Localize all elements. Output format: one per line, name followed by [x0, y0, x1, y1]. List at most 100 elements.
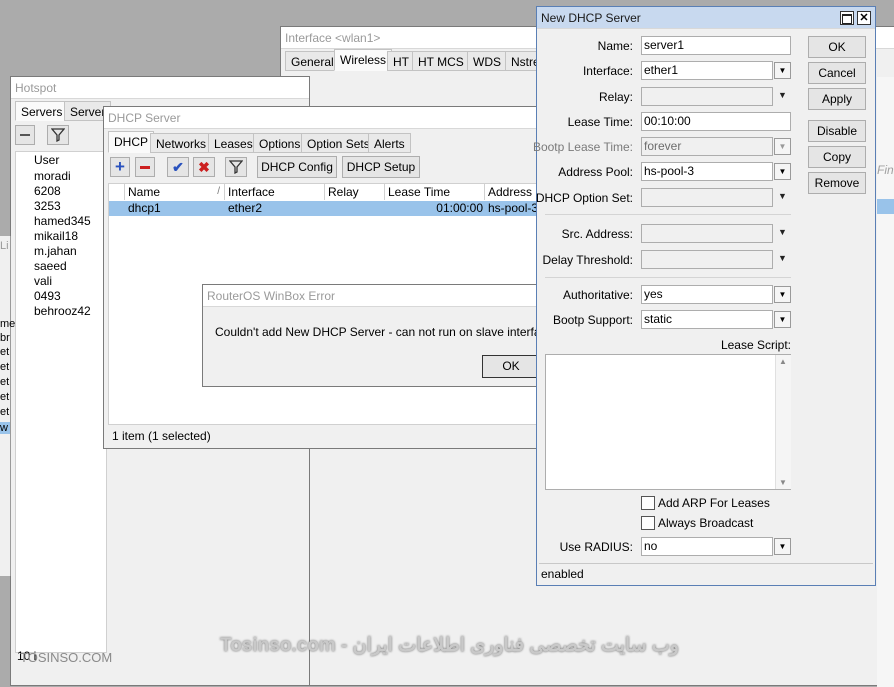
interface-select[interactable]: ether1 — [641, 61, 773, 80]
minus-icon — [20, 134, 30, 136]
use-radius-dropdown-button[interactable]: ▼ — [774, 538, 791, 555]
column-address-pool[interactable]: Address Po — [485, 184, 541, 200]
cell-name: dhcp1 — [128, 201, 161, 215]
column-name[interactable]: Name / — [125, 184, 225, 200]
cell-interface: ether2 — [228, 201, 263, 215]
add-button[interactable]: + — [110, 157, 130, 177]
error-ok-button[interactable]: OK — [482, 355, 540, 378]
delay-threshold-expand-icon[interactable]: ▼ — [778, 253, 787, 263]
authoritative-dropdown-button[interactable]: ▼ — [774, 286, 791, 303]
remove-button[interactable] — [135, 157, 155, 177]
list-item[interactable]: hamed345 — [16, 214, 106, 229]
list-item[interactable]: m.jahan — [16, 244, 106, 259]
use-radius-select[interactable]: no — [641, 537, 773, 556]
column-user[interactable]: User — [16, 152, 106, 168]
tab-wireless[interactable]: Wireless — [334, 49, 393, 71]
authoritative-label: Authoritative: — [562, 288, 633, 302]
interface-find-fragment[interactable]: Find — [877, 163, 894, 177]
chevron-down-icon: ▼ — [778, 542, 787, 551]
relay-label: Relay: — [598, 90, 633, 104]
bootp-support-label: Bootp Support: — [552, 313, 633, 327]
remove-button[interactable]: Remove — [808, 172, 866, 194]
dhcp-option-set-expand-icon[interactable]: ▼ — [778, 191, 787, 201]
dhcp-config-button[interactable]: DHCP Config — [257, 156, 337, 178]
tab-networks[interactable]: Networks — [150, 133, 213, 153]
filter-button[interactable] — [225, 157, 247, 177]
users-list: User moradi 6208 3253 hamed345 mikail18 … — [15, 151, 107, 653]
minus-icon — [140, 166, 150, 169]
remove-button[interactable] — [15, 125, 35, 145]
tab-option-sets[interactable]: Option Sets — [301, 133, 376, 153]
delay-threshold-field[interactable] — [641, 250, 773, 269]
relay-field[interactable] — [641, 87, 773, 106]
filter-button[interactable] — [47, 125, 69, 145]
filter-icon — [228, 160, 244, 175]
close-button[interactable]: ✕ — [857, 11, 871, 25]
disable-button[interactable]: ✖ — [193, 157, 215, 177]
column-interface[interactable]: Interface — [225, 184, 325, 200]
status-bar: enabled — [539, 563, 873, 584]
relay-expand-icon[interactable]: ▼ — [778, 90, 787, 100]
lease-time-label: Lease Time: — [567, 115, 633, 129]
tab-dhcp[interactable]: DHCP — [108, 131, 155, 153]
enable-button[interactable]: ✔ — [167, 157, 189, 177]
list-item[interactable]: 3253 — [16, 199, 106, 214]
bootp-lease-time-dropdown-button: ▼ — [774, 138, 791, 155]
dhcp-option-set-field[interactable] — [641, 188, 773, 207]
interface-label: Interface: — [582, 64, 633, 78]
list-item[interactable]: moradi — [16, 169, 106, 184]
ok-button[interactable]: OK — [808, 36, 866, 58]
tab-alerts[interactable]: Alerts — [368, 133, 411, 153]
list-item[interactable]: 0493 — [16, 289, 106, 304]
add-arp-checkbox[interactable] — [641, 496, 655, 510]
maximize-button[interactable] — [840, 11, 854, 25]
list-item[interactable]: saeed — [16, 259, 106, 274]
chevron-down-icon: ▼ — [778, 142, 787, 151]
scroll-down-icon[interactable]: ▼ — [779, 478, 787, 487]
column-blank — [109, 184, 125, 200]
always-broadcast-checkbox[interactable] — [641, 516, 655, 530]
cancel-button[interactable]: Cancel — [808, 62, 866, 84]
tab-ht-mcs[interactable]: HT MCS — [412, 51, 470, 71]
tab-servers[interactable]: Servers — [15, 101, 69, 121]
bootp-support-select[interactable]: static — [641, 310, 773, 329]
list-item[interactable]: mikail18 — [16, 229, 106, 244]
cross-icon: ✖ — [198, 159, 210, 175]
tab-options[interactable]: Options — [253, 133, 307, 153]
dhcp-option-set-label: DHCP Option Set: — [535, 191, 633, 205]
dhcp-setup-button[interactable]: DHCP Setup — [342, 156, 420, 178]
tab-leases[interactable]: Leases — [208, 133, 259, 153]
address-pool-dropdown-button[interactable]: ▼ — [774, 163, 791, 180]
tab-general[interactable]: General — [285, 51, 340, 71]
tab-ht[interactable]: HT — [387, 51, 415, 71]
address-pool-select[interactable]: hs-pool-3 — [641, 162, 773, 181]
name-label: Name: — [597, 39, 633, 53]
list-item[interactable]: vali — [16, 274, 106, 289]
table-row[interactable]: dhcp1 ether2 01:00:00 hs-pool-3 — [109, 201, 541, 216]
always-broadcast-label: Always Broadcast — [658, 516, 754, 530]
column-relay[interactable]: Relay — [325, 184, 385, 200]
list-item[interactable]: 6208 — [16, 184, 106, 199]
lease-script-textarea[interactable] — [545, 354, 791, 490]
cell-lease-time: 01:00:00 — [436, 201, 483, 215]
cell-address-pool: hs-pool-3 — [488, 201, 539, 215]
disable-button[interactable]: Disable — [808, 120, 866, 142]
left-edge-row: et — [0, 346, 10, 358]
apply-button[interactable]: Apply — [808, 88, 866, 110]
lease-time-field[interactable]: 00:10:00 — [641, 112, 791, 131]
authoritative-select[interactable]: yes — [641, 285, 773, 304]
error-dialog-title: RouterOS WinBox Error — [203, 285, 548, 307]
bootp-support-dropdown-button[interactable]: ▼ — [774, 311, 791, 328]
tab-wds[interactable]: WDS — [467, 51, 507, 71]
src-address-expand-icon[interactable]: ▼ — [778, 227, 787, 237]
src-address-field[interactable] — [641, 224, 773, 243]
lease-script-scrollbar[interactable]: ▲ ▼ — [775, 355, 791, 489]
column-lease-time[interactable]: Lease Time — [385, 184, 485, 200]
scroll-up-icon[interactable]: ▲ — [779, 357, 787, 366]
lease-script-label: Lease Script: — [720, 338, 791, 352]
left-edge-window: Li me br et et et et et w — [0, 236, 15, 576]
list-item[interactable]: behrooz42 — [16, 304, 106, 319]
name-field[interactable]: server1 — [641, 36, 791, 55]
copy-button[interactable]: Copy — [808, 146, 866, 168]
interface-dropdown-button[interactable]: ▼ — [774, 62, 791, 79]
